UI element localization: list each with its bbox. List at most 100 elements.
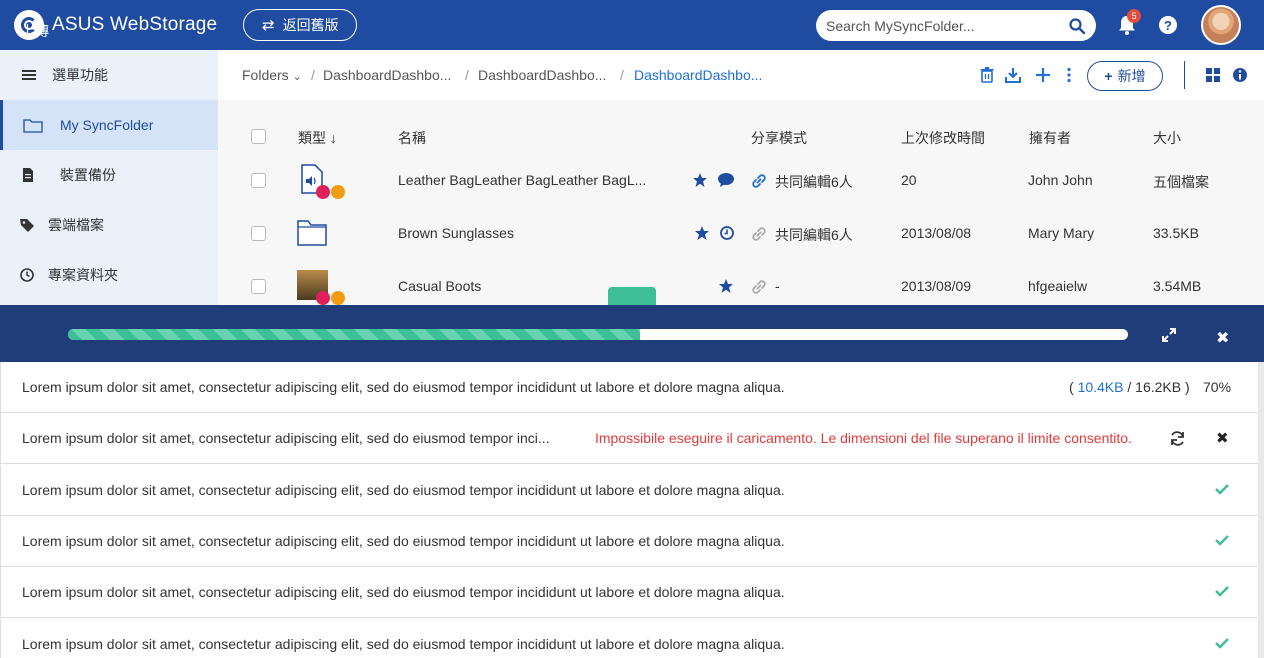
- sidebar-item-label: 專案資料夾: [48, 267, 118, 283]
- check-icon: [1215, 638, 1229, 649]
- grid-view-icon[interactable]: [1204, 66, 1222, 84]
- sidebar-menu-label: 選單功能: [52, 67, 108, 83]
- share-mode: 共同編輯6人: [775, 174, 853, 190]
- file-name[interactable]: Leather BagLeather BagLeather BagL...: [398, 172, 646, 188]
- column-header-share[interactable]: 分享模式: [751, 128, 807, 148]
- search-box: [816, 10, 1096, 41]
- breadcrumb-folders[interactable]: Folders ⌄: [242, 67, 302, 83]
- main-content: Folders ⌄ / DashboardDashbo... / Dashboa…: [218, 50, 1264, 305]
- modified-date: 2013/08/08: [901, 225, 972, 241]
- upload-file-name: Lorem ipsum dolor sit amet, consectetur …: [22, 379, 785, 395]
- link-icon: [752, 174, 766, 188]
- upload-item: Lorem ipsum dolor sit amet, consectetur …: [0, 619, 1258, 658]
- breadcrumb-current[interactable]: DashboardDashbo...: [634, 67, 762, 83]
- breadcrumb-separator: /: [465, 67, 469, 83]
- app-title: ASUS WebStorage: [52, 14, 218, 35]
- modified-date: 20: [901, 172, 917, 188]
- upload-progress-bar: [68, 329, 1128, 340]
- upload-file-name: Lorem ipsum dolor sit amet, consectetur …: [22, 430, 550, 446]
- check-icon: [1215, 535, 1229, 546]
- toolbar-divider: [1184, 61, 1185, 89]
- comment-icon[interactable]: [717, 172, 735, 188]
- star-icon[interactable]: [694, 225, 710, 241]
- select-all-checkbox[interactable]: [251, 129, 266, 144]
- breadcrumb-item[interactable]: DashboardDashbo...: [478, 67, 606, 83]
- info-icon[interactable]: [1231, 66, 1249, 84]
- upload-item: Lorem ipsum dolor sit amet, consectetur …: [0, 465, 1258, 516]
- check-icon: [1215, 586, 1229, 597]
- row-checkbox[interactable]: [251, 279, 266, 294]
- chevron-down-icon: ⌄: [292, 71, 302, 83]
- breadcrumb-separator: /: [620, 67, 624, 83]
- upload-item: Lorem ipsum dolor sit amet, consectetur …: [0, 362, 1258, 413]
- trash-icon[interactable]: [978, 66, 996, 84]
- scrollbar[interactable]: [1258, 362, 1264, 658]
- share-mode: -: [775, 278, 780, 294]
- folder-icon: [297, 220, 327, 246]
- upload-panel-title: 上傳: [21, 23, 49, 39]
- owner: Mary Mary: [1028, 225, 1095, 241]
- column-header-size[interactable]: 大小: [1153, 128, 1181, 148]
- row-checkbox[interactable]: [251, 173, 266, 188]
- new-button-label: 新增: [1117, 68, 1146, 84]
- share-mode: 共同編輯6人: [775, 227, 853, 243]
- close-icon[interactable]: ✖: [1216, 328, 1229, 348]
- sidebar-item-label: 裝置備份: [60, 167, 116, 183]
- file-name[interactable]: Casual Boots: [398, 278, 481, 294]
- sidebar-menu-toggle[interactable]: 選單功能: [0, 50, 218, 100]
- file-size: 五個檔案: [1153, 174, 1209, 190]
- upload-percent: 70%: [1203, 379, 1232, 395]
- folder-icon: [23, 119, 43, 133]
- collapse-tab[interactable]: [608, 287, 656, 307]
- back-to-old-version-button[interactable]: ⇄ 返回舊版: [243, 9, 358, 41]
- link-icon: [752, 280, 766, 294]
- sidebar-item-project-folders[interactable]: 專案資料夾: [0, 250, 218, 300]
- retry-icon[interactable]: [1169, 430, 1186, 447]
- avatar[interactable]: [1201, 5, 1241, 45]
- owner: hfgeaielw: [1028, 278, 1088, 294]
- upload-item: Lorem ipsum dolor sit amet, consectetur …: [0, 413, 1258, 464]
- upload-error-message: Impossibile eseguire il caricamento. Le …: [595, 430, 1132, 446]
- row-checkbox[interactable]: [251, 226, 266, 241]
- upload-progress-fill: [68, 329, 641, 340]
- arrow-down-icon: ↓: [329, 130, 337, 146]
- column-header-type[interactable]: 類型 ↓: [298, 128, 337, 148]
- tag-icon: [20, 219, 34, 232]
- column-header-owner[interactable]: 擁有者: [1029, 128, 1071, 148]
- breadcrumb-item[interactable]: DashboardDashbo...: [323, 67, 451, 83]
- star-icon[interactable]: [718, 278, 734, 294]
- file-size: 33.5KB: [1153, 225, 1199, 241]
- download-icon[interactable]: [1004, 66, 1022, 84]
- new-button[interactable]: + 新增: [1087, 61, 1163, 91]
- file-size: 3.54MB: [1153, 278, 1202, 294]
- document-icon: [23, 168, 33, 182]
- column-header-name[interactable]: 名稱: [398, 128, 426, 148]
- sidebar-item-device-backup[interactable]: 裝置備份: [0, 150, 218, 200]
- add-icon[interactable]: [1034, 66, 1052, 84]
- audio-file-icon: [301, 164, 345, 199]
- search-icon[interactable]: [1068, 17, 1086, 35]
- search-input[interactable]: [826, 17, 1068, 34]
- sidebar-item-my-syncfolder[interactable]: My SyncFolder: [0, 100, 218, 150]
- expand-icon[interactable]: [1161, 327, 1177, 343]
- owner: John John: [1028, 172, 1093, 188]
- more-vertical-icon[interactable]: [1060, 66, 1078, 84]
- sidebar-item-label: My SyncFolder: [60, 117, 154, 133]
- sidebar: 選單功能 My SyncFolder 裝置備份 雲端檔案 專案資料夾: [0, 50, 218, 305]
- help-icon[interactable]: ?: [1159, 16, 1177, 34]
- plus-icon: +: [1104, 68, 1113, 84]
- history-icon[interactable]: [719, 225, 735, 241]
- upload-file-name: Lorem ipsum dolor sit amet, consectetur …: [22, 636, 785, 652]
- breadcrumb-separator: /: [311, 67, 315, 83]
- upload-item: Lorem ipsum dolor sit amet, consectetur …: [0, 516, 1258, 567]
- hamburger-icon: [22, 70, 36, 80]
- remove-icon[interactable]: ✖: [1216, 429, 1229, 447]
- notification-badge: 5: [1127, 9, 1141, 23]
- link-icon: [752, 227, 766, 241]
- sidebar-item-cloud-files[interactable]: 雲端檔案: [0, 200, 218, 250]
- column-header-modified[interactable]: 上次修改時間: [901, 128, 985, 148]
- star-icon[interactable]: [692, 172, 708, 188]
- file-name[interactable]: Brown Sunglasses: [398, 225, 514, 241]
- back-label: 返回舊版: [282, 17, 339, 33]
- upload-item: Lorem ipsum dolor sit amet, consectetur …: [0, 567, 1258, 618]
